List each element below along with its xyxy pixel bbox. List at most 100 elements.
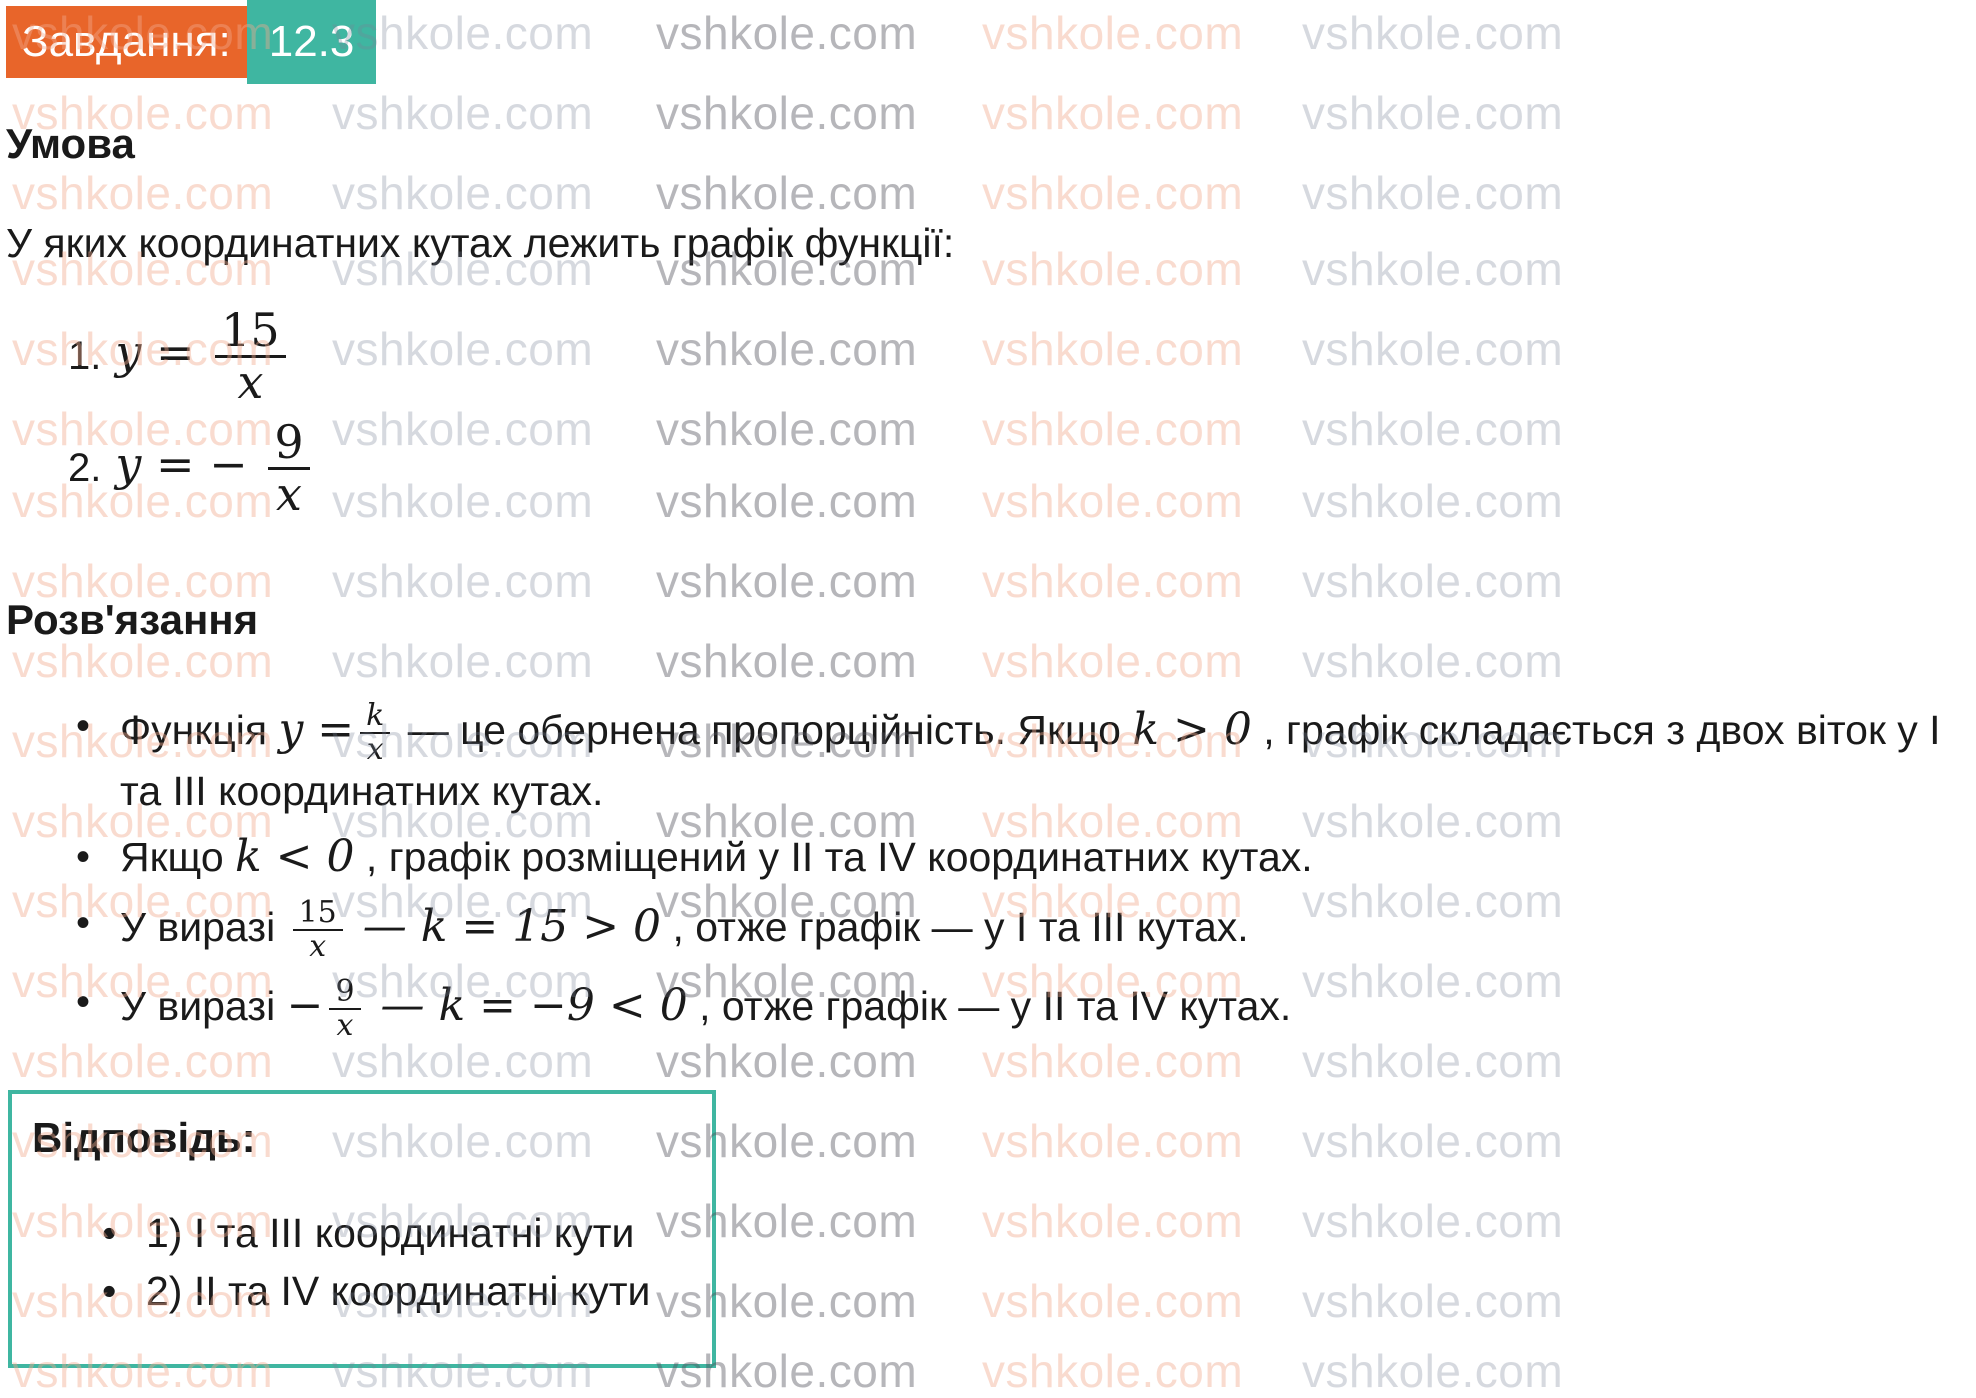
watermark-text: vshkole.com (656, 323, 918, 375)
watermark-text: vshkole.com (332, 555, 594, 607)
watermark-text: vshkole.com (332, 323, 594, 375)
bullet-text: — це обернена пропорційність. Якщо (407, 707, 1133, 753)
watermark-text: vshkole.com (1302, 635, 1564, 687)
watermark-text: vshkole.com (656, 7, 918, 59)
bullet-text: У виразі (120, 904, 287, 950)
watermark-text: vshkole.com (656, 555, 918, 607)
watermark-text: vshkole.com (982, 635, 1244, 687)
fraction: 15 x (292, 897, 343, 964)
watermark-text: vshkole.com (1302, 87, 1564, 139)
watermark-text: vshkole.com (1302, 243, 1564, 295)
solution-bullet: Функція y =kx — це обернена пропорційніс… (76, 700, 1966, 817)
watermark-text: vshkole.com (656, 403, 918, 455)
watermark-text: vshkole.com (12, 167, 274, 219)
bullet-text: Функція (120, 707, 279, 753)
fraction-numerator: 15 (292, 897, 343, 931)
condition-heading: Умова (6, 120, 135, 167)
item-number: 1. (68, 333, 102, 378)
watermark-text: vshkole.com (332, 475, 594, 527)
watermark-text: vshkole.com (1302, 1195, 1564, 1247)
fraction-denominator: x (309, 928, 327, 964)
task-label: Завдання: (6, 6, 247, 78)
formula: y = − 9 x (115, 418, 315, 518)
formula: k > 0 (1132, 704, 1252, 755)
bullet-text: , отже графік — у I та III кутах. (672, 904, 1249, 950)
formula: 15 x — k = 15 > 0 (287, 897, 662, 962)
watermark-text: vshkole.com (982, 1275, 1244, 1327)
watermark-text: vshkole.com (982, 167, 1244, 219)
answer-item: 2) II та IV координатні кути (102, 1262, 650, 1320)
formula-lhs: y = (115, 325, 195, 379)
watermark-text: vshkole.com (1302, 403, 1564, 455)
formula: y = 15 x (115, 306, 291, 406)
watermark-text: vshkole.com (982, 323, 1244, 375)
fraction-numerator: 9 (329, 976, 361, 1010)
watermark-text: vshkole.com (1302, 1115, 1564, 1167)
watermark-text: vshkole.com (982, 1115, 1244, 1167)
task-number: 12.3 (246, 0, 377, 84)
fraction: 15 x (215, 306, 286, 406)
watermark-text: vshkole.com (1302, 7, 1564, 59)
watermark-text: vshkole.com (332, 635, 594, 687)
watermark-text: vshkole.com (1302, 323, 1564, 375)
fraction-numerator: k (360, 700, 391, 734)
fraction-denominator: x (275, 466, 302, 521)
watermark-text: vshkole.com (656, 167, 918, 219)
solution-bullet: Якщо k < 0 , графік розміщений у II та I… (76, 831, 1966, 883)
formula-lhs: y = (115, 437, 195, 491)
formula: −9 x — k = −9 < 0 (286, 976, 688, 1041)
bullet-text: , графік розміщений у II та IV координат… (365, 834, 1313, 880)
formula: k < 0 (235, 831, 355, 882)
formula-sign: − (286, 980, 324, 1031)
condition-list: 1. y = 15 x 2. y = − 9 x (68, 300, 316, 524)
watermark-text: vshkole.com (982, 555, 1244, 607)
watermark-text: vshkole.com (982, 1345, 1244, 1397)
watermark-text: vshkole.com (656, 475, 918, 527)
fraction-numerator: 9 (268, 418, 310, 470)
solution-bullet: У виразі 15x — k = 15 > 0 , отже графік … (76, 897, 1966, 962)
condition-item: 1. y = 15 x (68, 300, 316, 412)
watermark-text: vshkole.com (982, 403, 1244, 455)
condition-item: 2. y = − 9 x (68, 412, 316, 524)
watermark-text: vshkole.com (1302, 475, 1564, 527)
formula: y = k x (278, 700, 396, 765)
solution-heading: Розв'язання (6, 596, 259, 643)
watermark-text: vshkole.com (332, 87, 594, 139)
watermark-text: vshkole.com (656, 87, 918, 139)
formula-lhs: y = (278, 704, 355, 755)
watermark-text: vshkole.com (982, 475, 1244, 527)
answer-item: 1) I та III координатні кути (102, 1204, 650, 1262)
watermark-text: vshkole.com (1302, 167, 1564, 219)
answer-heading: Відповідь: (32, 1114, 256, 1161)
watermark-text: vshkole.com (1302, 1275, 1564, 1327)
watermark-text: vshkole.com (1302, 555, 1564, 607)
task-badge: Завдання: 12.3 (6, 0, 377, 84)
formula-sign: − (209, 437, 248, 491)
watermark-text: vshkole.com (982, 243, 1244, 295)
watermark-text: vshkole.com (1302, 1345, 1564, 1397)
bullet-text: , отже графік — у II та IV кутах. (699, 983, 1292, 1029)
watermark-text: vshkole.com (982, 1195, 1244, 1247)
bullet-text: У виразі (120, 983, 287, 1029)
watermark-text: vshkole.com (982, 7, 1244, 59)
fraction-denominator: x (366, 731, 384, 767)
item-number: 2. (68, 445, 102, 490)
watermark-text: vshkole.com (982, 87, 1244, 139)
answer-list: 1) I та III координатні кути 2) II та IV… (102, 1204, 650, 1320)
watermark-text: vshkole.com (656, 635, 918, 687)
fraction: 9 x (268, 418, 310, 521)
fraction-numerator: 15 (215, 306, 286, 358)
watermark-text: vshkole.com (332, 403, 594, 455)
fraction-denominator: x (336, 1007, 354, 1043)
solution-bullet: У виразі −9x — k = −9 < 0 , отже графік … (76, 976, 1966, 1041)
fraction: kx (360, 700, 391, 767)
watermark-text: vshkole.com (332, 167, 594, 219)
fraction: 9x (329, 976, 361, 1043)
fraction-denominator: x (237, 354, 264, 409)
bullet-text: Якщо (120, 834, 236, 880)
condition-question: У яких координатних кутах лежить графік … (6, 220, 955, 266)
solution-list: Функція y =kx — це обернена пропорційніс… (76, 700, 1966, 1055)
answer-box: Відповідь: 1) I та III координатні кути … (8, 1090, 716, 1368)
formula-rhs: — k = −9 < 0 (366, 980, 688, 1031)
formula-rhs: — k = 15 > 0 (348, 901, 662, 952)
